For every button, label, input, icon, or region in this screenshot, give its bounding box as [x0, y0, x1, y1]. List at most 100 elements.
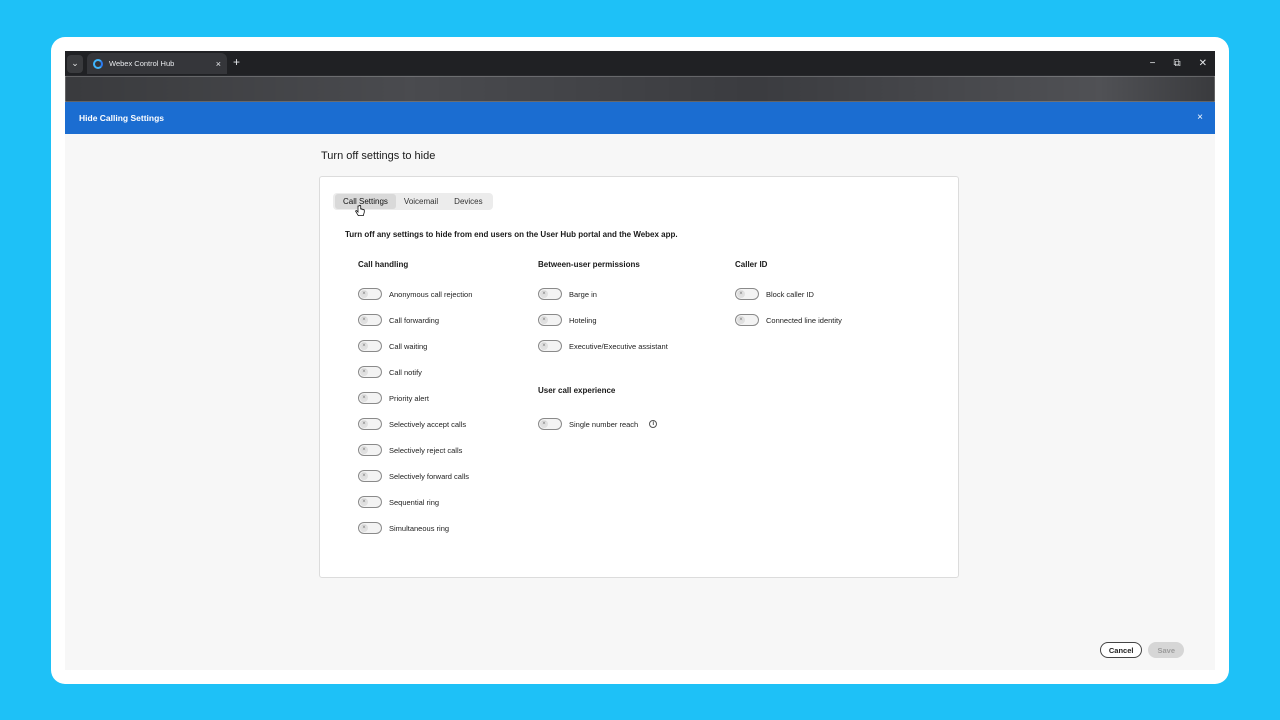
toggle-off-icon: ×	[540, 290, 548, 298]
setting-label: Executive/Executive assistant	[569, 341, 668, 351]
setting-row: × Barge in	[538, 287, 597, 301]
webex-favicon-icon	[93, 58, 103, 69]
browser-tab-strip: ⌄ Webex Control Hub × + − ⧉ ✕	[65, 51, 1215, 76]
dialog-close-button[interactable]: ×	[1197, 112, 1203, 123]
toggle-switch[interactable]: ×	[358, 340, 382, 352]
section-title: Between-user permissions	[538, 260, 640, 269]
toggle-switch[interactable]: ×	[538, 418, 562, 430]
setting-row: × Selectively accept calls	[358, 417, 466, 431]
minimize-button[interactable]: −	[1150, 58, 1156, 69]
toggle-off-icon: ×	[360, 446, 368, 454]
dialog-content: Turn off settings to hide Call Settings …	[65, 134, 1215, 670]
section-title: Call handling	[358, 260, 409, 269]
browser-window: ⌄ Webex Control Hub × + − ⧉ ✕ Hide Calli…	[65, 51, 1215, 670]
toggle-switch[interactable]: ×	[538, 288, 562, 300]
toggle-off-icon: ×	[737, 316, 745, 324]
toggle-off-icon: ×	[360, 472, 368, 480]
tab-close-icon[interactable]: ×	[216, 59, 221, 69]
setting-label: Barge in	[569, 289, 597, 299]
toggle-off-icon: ×	[360, 394, 368, 402]
setting-row: × Call forwarding	[358, 313, 439, 327]
browser-tab[interactable]: Webex Control Hub ×	[87, 53, 227, 74]
setting-label: Selectively accept calls	[389, 419, 467, 429]
window-controls: − ⧉ ✕	[1150, 51, 1207, 76]
toggle-off-icon: ×	[360, 498, 368, 506]
setting-row: × Single number reach i	[538, 417, 658, 431]
toggle-switch[interactable]: ×	[358, 522, 382, 534]
setting-label: Call notify	[389, 367, 422, 377]
toggle-switch[interactable]: ×	[358, 314, 382, 326]
hand-cursor-icon	[355, 204, 365, 220]
setting-row: × Sequential ring	[358, 495, 439, 509]
setting-label: Sequential ring	[389, 497, 440, 507]
setting-label: Single number reach	[569, 419, 639, 429]
toggle-switch[interactable]: ×	[735, 314, 759, 326]
setting-row: × Simultaneous ring	[358, 521, 449, 535]
tab-voicemail[interactable]: Voicemail	[396, 194, 446, 209]
blurred-address-bar	[65, 76, 1215, 102]
restore-button[interactable]: ⧉	[1173, 58, 1180, 69]
tab-search-button[interactable]: ⌄	[67, 54, 83, 73]
new-tab-button[interactable]: +	[233, 55, 240, 69]
window-close-button[interactable]: ✕	[1199, 58, 1207, 69]
toggle-switch[interactable]: ×	[735, 288, 759, 300]
toggle-off-icon: ×	[540, 342, 548, 350]
dialog-header: Hide Calling Settings ×	[65, 102, 1215, 134]
toggle-switch[interactable]: ×	[358, 470, 382, 482]
section-title: User call experience	[538, 386, 616, 395]
toggle-switch[interactable]: ×	[358, 392, 382, 404]
toggle-switch[interactable]: ×	[358, 418, 382, 430]
info-icon[interactable]: i	[649, 420, 658, 428]
toggle-switch[interactable]: ×	[538, 314, 562, 326]
toggle-off-icon: ×	[540, 316, 548, 324]
setting-label: Priority alert	[389, 393, 430, 403]
setting-label: Block caller ID	[766, 289, 814, 299]
toggle-switch[interactable]: ×	[358, 366, 382, 378]
setting-row: × Priority alert	[358, 391, 429, 405]
dialog-title: Hide Calling Settings	[79, 113, 165, 123]
toggle-off-icon: ×	[360, 316, 368, 324]
toggle-switch[interactable]: ×	[358, 444, 382, 456]
setting-label: Selectively forward calls	[389, 471, 470, 481]
toggle-off-icon: ×	[360, 368, 368, 376]
cancel-button[interactable]: Cancel	[1099, 642, 1143, 658]
tab-devices[interactable]: Devices	[446, 194, 490, 209]
column-caller-id: Caller ID × Block caller ID × Connected …	[735, 260, 842, 326]
setting-label: Call waiting	[389, 341, 428, 351]
footer-buttons: Cancel Save	[1099, 642, 1184, 658]
toggle-switch[interactable]: ×	[358, 496, 382, 508]
setting-label: Hoteling	[569, 315, 597, 325]
settings-card: Call Settings Voicemail Devices Turn off…	[319, 176, 959, 578]
toggle-off-icon: ×	[737, 290, 745, 298]
toggle-off-icon: ×	[360, 290, 368, 298]
setting-row: × Selectively reject calls	[358, 443, 462, 457]
setting-row: × Hoteling	[538, 313, 597, 327]
setting-row: × Connected line identity	[735, 313, 842, 327]
setting-label: Anonymous call rejection	[389, 289, 473, 299]
column-between-user-permissions: Between-user permissions × Barge in × Ho…	[538, 260, 668, 430]
setting-row: × Executive/Executive assistant	[538, 339, 668, 353]
toggle-switch[interactable]: ×	[538, 340, 562, 352]
setting-label: Call forwarding	[389, 315, 440, 325]
page-heading: Turn off settings to hide	[321, 150, 436, 162]
setting-label: Simultaneous ring	[389, 523, 450, 533]
chevron-down-icon: ⌄	[71, 58, 79, 68]
setting-row: × Call waiting	[358, 339, 427, 353]
toggle-switch[interactable]: ×	[358, 288, 382, 300]
settings-description: Turn off any settings to hide from end u…	[345, 230, 678, 239]
toggle-off-icon: ×	[360, 342, 368, 350]
toggle-off-icon: ×	[360, 524, 368, 532]
screenshot-frame: ⌄ Webex Control Hub × + − ⧉ ✕ Hide Calli…	[51, 37, 1229, 684]
setting-label: Connected line identity	[766, 315, 842, 325]
section-title: Caller ID	[735, 260, 768, 269]
toggle-off-icon: ×	[540, 420, 548, 428]
tab-call-settings[interactable]: Call Settings	[335, 194, 396, 209]
setting-row: × Block caller ID	[735, 287, 814, 301]
save-button[interactable]: Save	[1148, 642, 1184, 658]
column-call-handling: Call handling × Anonymous call rejection…	[358, 260, 472, 534]
browser-tab-title: Webex Control Hub	[109, 59, 175, 68]
setting-row: × Anonymous call rejection	[358, 287, 472, 301]
setting-label: Selectively reject calls	[389, 445, 463, 455]
setting-row: × Call notify	[358, 365, 422, 379]
toggle-off-icon: ×	[360, 420, 368, 428]
